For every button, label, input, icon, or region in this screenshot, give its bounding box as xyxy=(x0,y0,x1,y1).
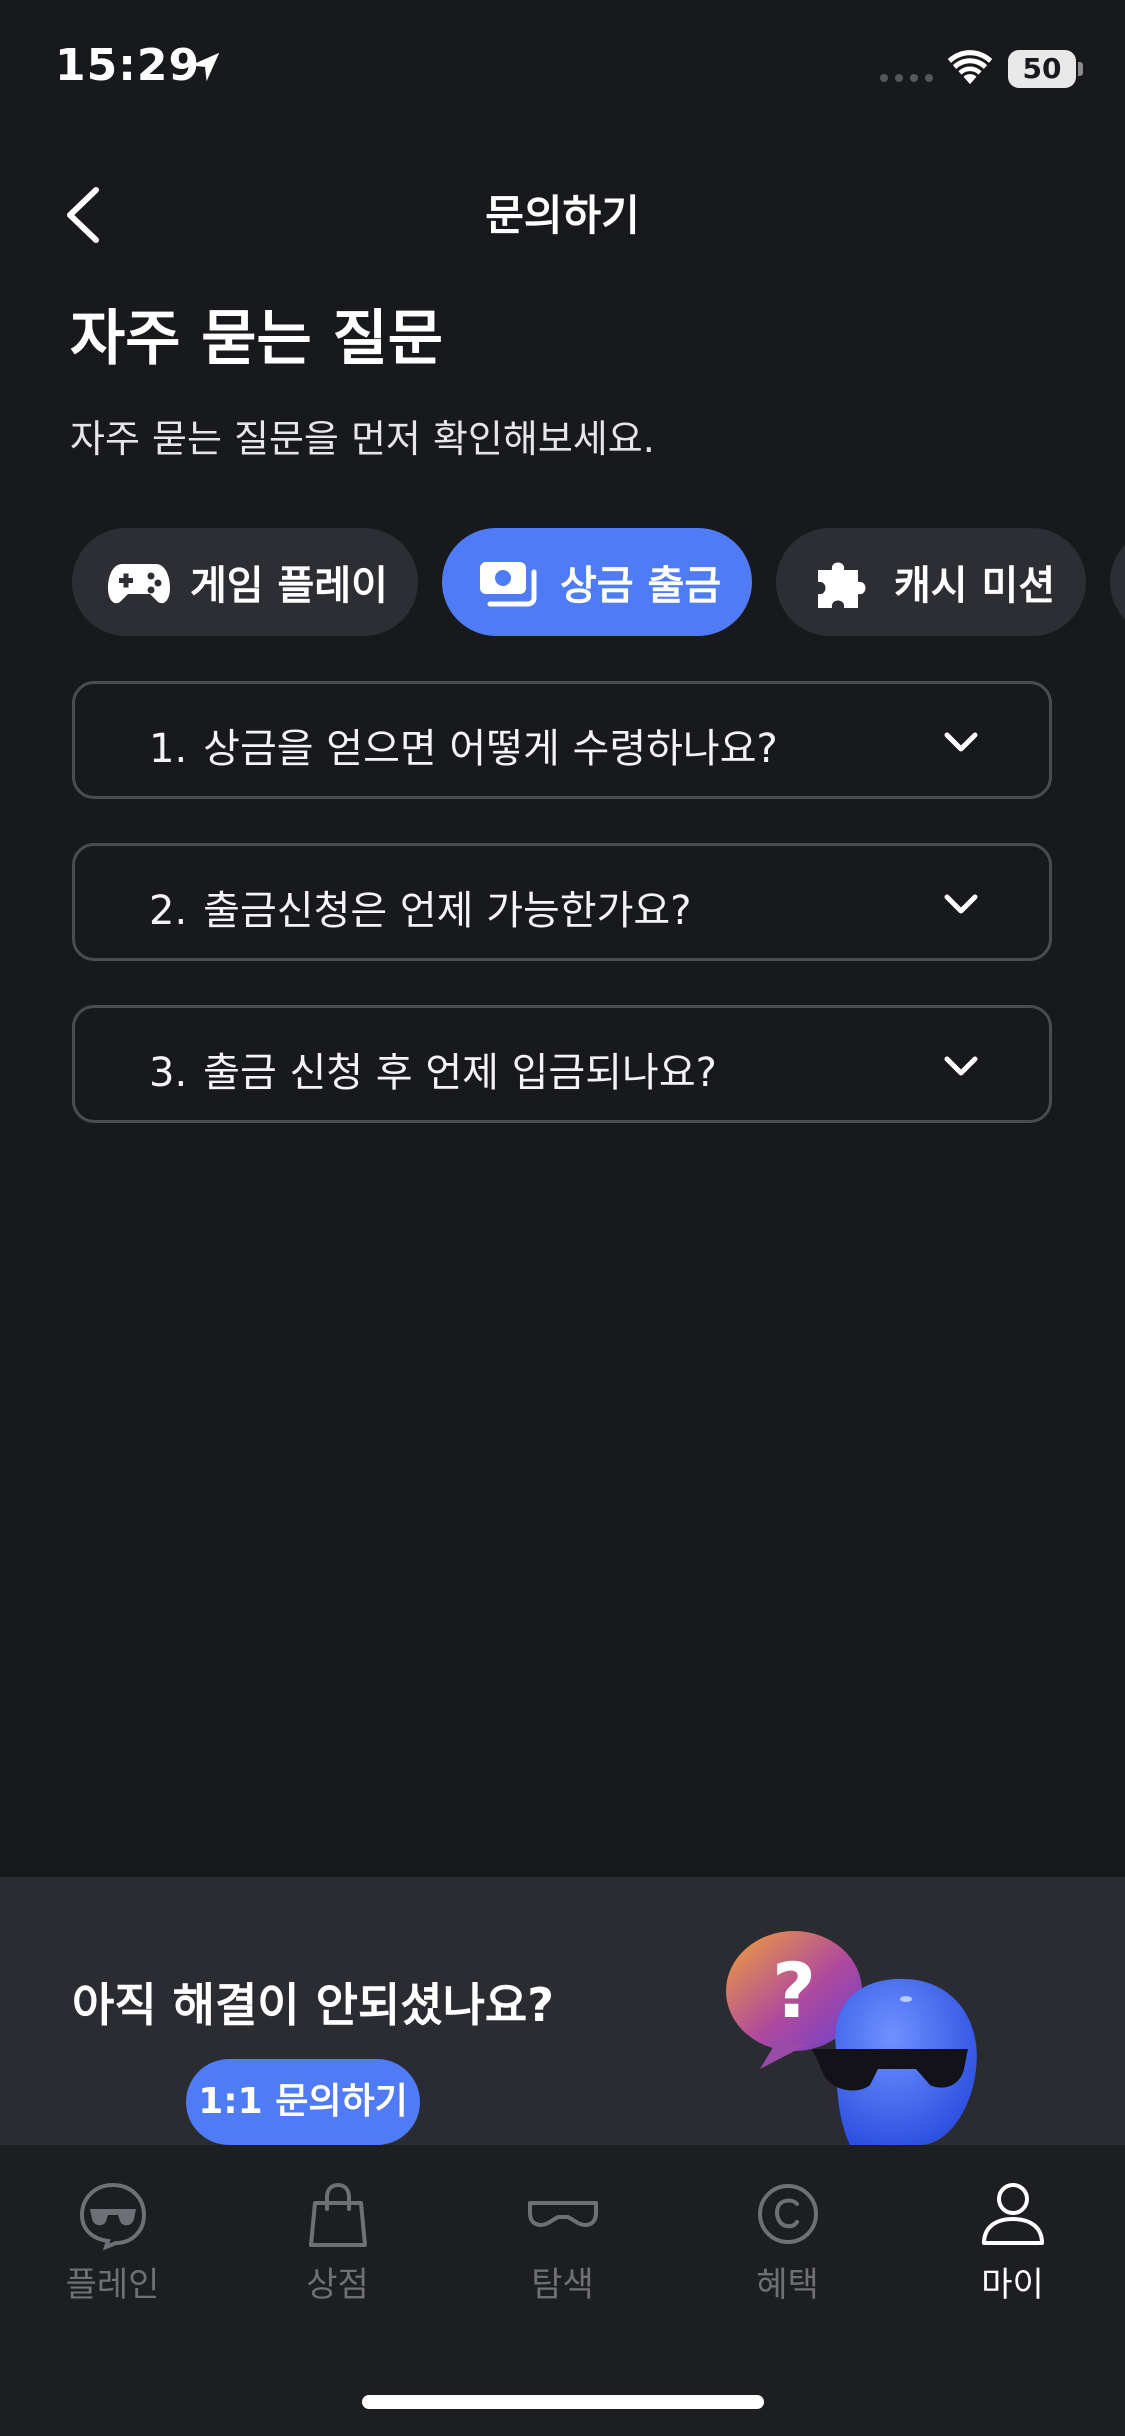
tab-label: 탐색 xyxy=(531,2265,594,2305)
page-title: 자주 묻는 질문 xyxy=(70,304,443,374)
faq-number: 1. xyxy=(149,726,188,772)
help-title: 아직 해결이 안되셨나요? xyxy=(72,1978,554,2032)
tab-benefits[interactable]: 혜택 xyxy=(675,2177,900,2317)
tab-label: 상점 xyxy=(306,2265,369,2305)
faq-number: 2. xyxy=(149,888,188,934)
tab-label: 플레인 xyxy=(65,2265,160,2305)
coin-icon xyxy=(757,2184,818,2244)
wifi-icon xyxy=(947,50,993,85)
category-chip-label: 캐시 미션 xyxy=(894,563,1056,609)
mascot-illustration: ? xyxy=(726,1931,977,2145)
faq-item[interactable]: 3. 출금 신청 후 언제 입금되나요? xyxy=(72,1005,1052,1123)
category-chips: 게임 플레이 상금 출금 캐시 미션 xyxy=(72,528,1125,638)
category-chip-label: 상금 출금 xyxy=(560,563,722,609)
tab-label: 마이 xyxy=(981,2265,1044,2305)
cash-icon xyxy=(480,562,537,607)
faq-number: 3. xyxy=(149,1050,188,1096)
battery-cap xyxy=(1078,62,1083,76)
tab-label: 혜택 xyxy=(756,2265,819,2305)
category-chip-cash-mission[interactable]: 캐시 미션 xyxy=(776,528,1086,636)
battery-icon: 50 xyxy=(1008,50,1076,88)
faq-item[interactable]: 1. 상금을 얻으면 어떻게 수령하나요? xyxy=(72,681,1052,799)
category-chip-label: 게임 플레이 xyxy=(190,563,388,609)
category-chip-prize-withdrawal[interactable]: 상금 출금 xyxy=(442,528,752,636)
puzzle-icon xyxy=(818,562,866,608)
shop-bag-icon xyxy=(308,2182,367,2247)
bottom-tab-bar: 플레인 상점 탐색 혜택 마이 xyxy=(0,2145,1125,2436)
explore-icon xyxy=(527,2201,598,2227)
faq-item[interactable]: 2. 출금신청은 언제 가능한가요? xyxy=(72,843,1052,961)
faq-question-text: 출금신청은 언제 가능한가요? xyxy=(203,888,692,934)
tab-shop[interactable]: 상점 xyxy=(225,2177,450,2317)
faq-question: 2. 출금신청은 언제 가능한가요? xyxy=(149,878,691,936)
category-chip-more[interactable] xyxy=(1110,528,1125,636)
chevron-down-icon[interactable] xyxy=(941,722,981,762)
tab-play[interactable]: 플레인 xyxy=(0,2177,225,2317)
one-on-one-inquiry-button[interactable]: 1:1 문의하기 xyxy=(186,2059,420,2145)
chevron-down-icon[interactable] xyxy=(941,884,981,924)
profile-icon xyxy=(981,2183,1044,2245)
faq-screen: 15:29 50 문의하기 자주 묻는 질문 자주 묻는 질문을 먼저 확인해보… xyxy=(0,0,1125,2436)
location-arrow-icon xyxy=(190,52,220,82)
play-icon xyxy=(79,2182,146,2251)
tab-my[interactable]: 마이 xyxy=(900,2177,1125,2317)
header-title: 문의하기 xyxy=(485,191,640,240)
category-chip-game-play[interactable]: 게임 플레이 xyxy=(72,528,418,636)
gamepad-icon xyxy=(108,564,170,604)
svg-text:?: ? xyxy=(772,1946,816,2035)
faq-question: 1. 상금을 얻으면 어떻게 수령하나요? xyxy=(149,716,778,774)
faq-question-text: 상금을 얻으면 어떻게 수령하나요? xyxy=(203,726,778,772)
home-indicator[interactable] xyxy=(362,2395,764,2409)
page-subtitle: 자주 묻는 질문을 먼저 확인해보세요. xyxy=(70,417,655,461)
faq-question: 3. 출금 신청 후 언제 입금되나요? xyxy=(149,1040,717,1098)
status-time: 15:29 xyxy=(55,40,201,91)
chevron-down-icon[interactable] xyxy=(941,1046,981,1086)
faq-question-text: 출금 신청 후 언제 입금되나요? xyxy=(203,1050,717,1096)
cellular-signal-icon xyxy=(880,74,933,82)
tab-explore[interactable]: 탐색 xyxy=(450,2177,675,2317)
status-bar: 15:29 50 xyxy=(0,0,1125,140)
help-banner: 아직 해결이 안되셨나요? 1:1 문의하기 ? xyxy=(0,1877,1125,2145)
